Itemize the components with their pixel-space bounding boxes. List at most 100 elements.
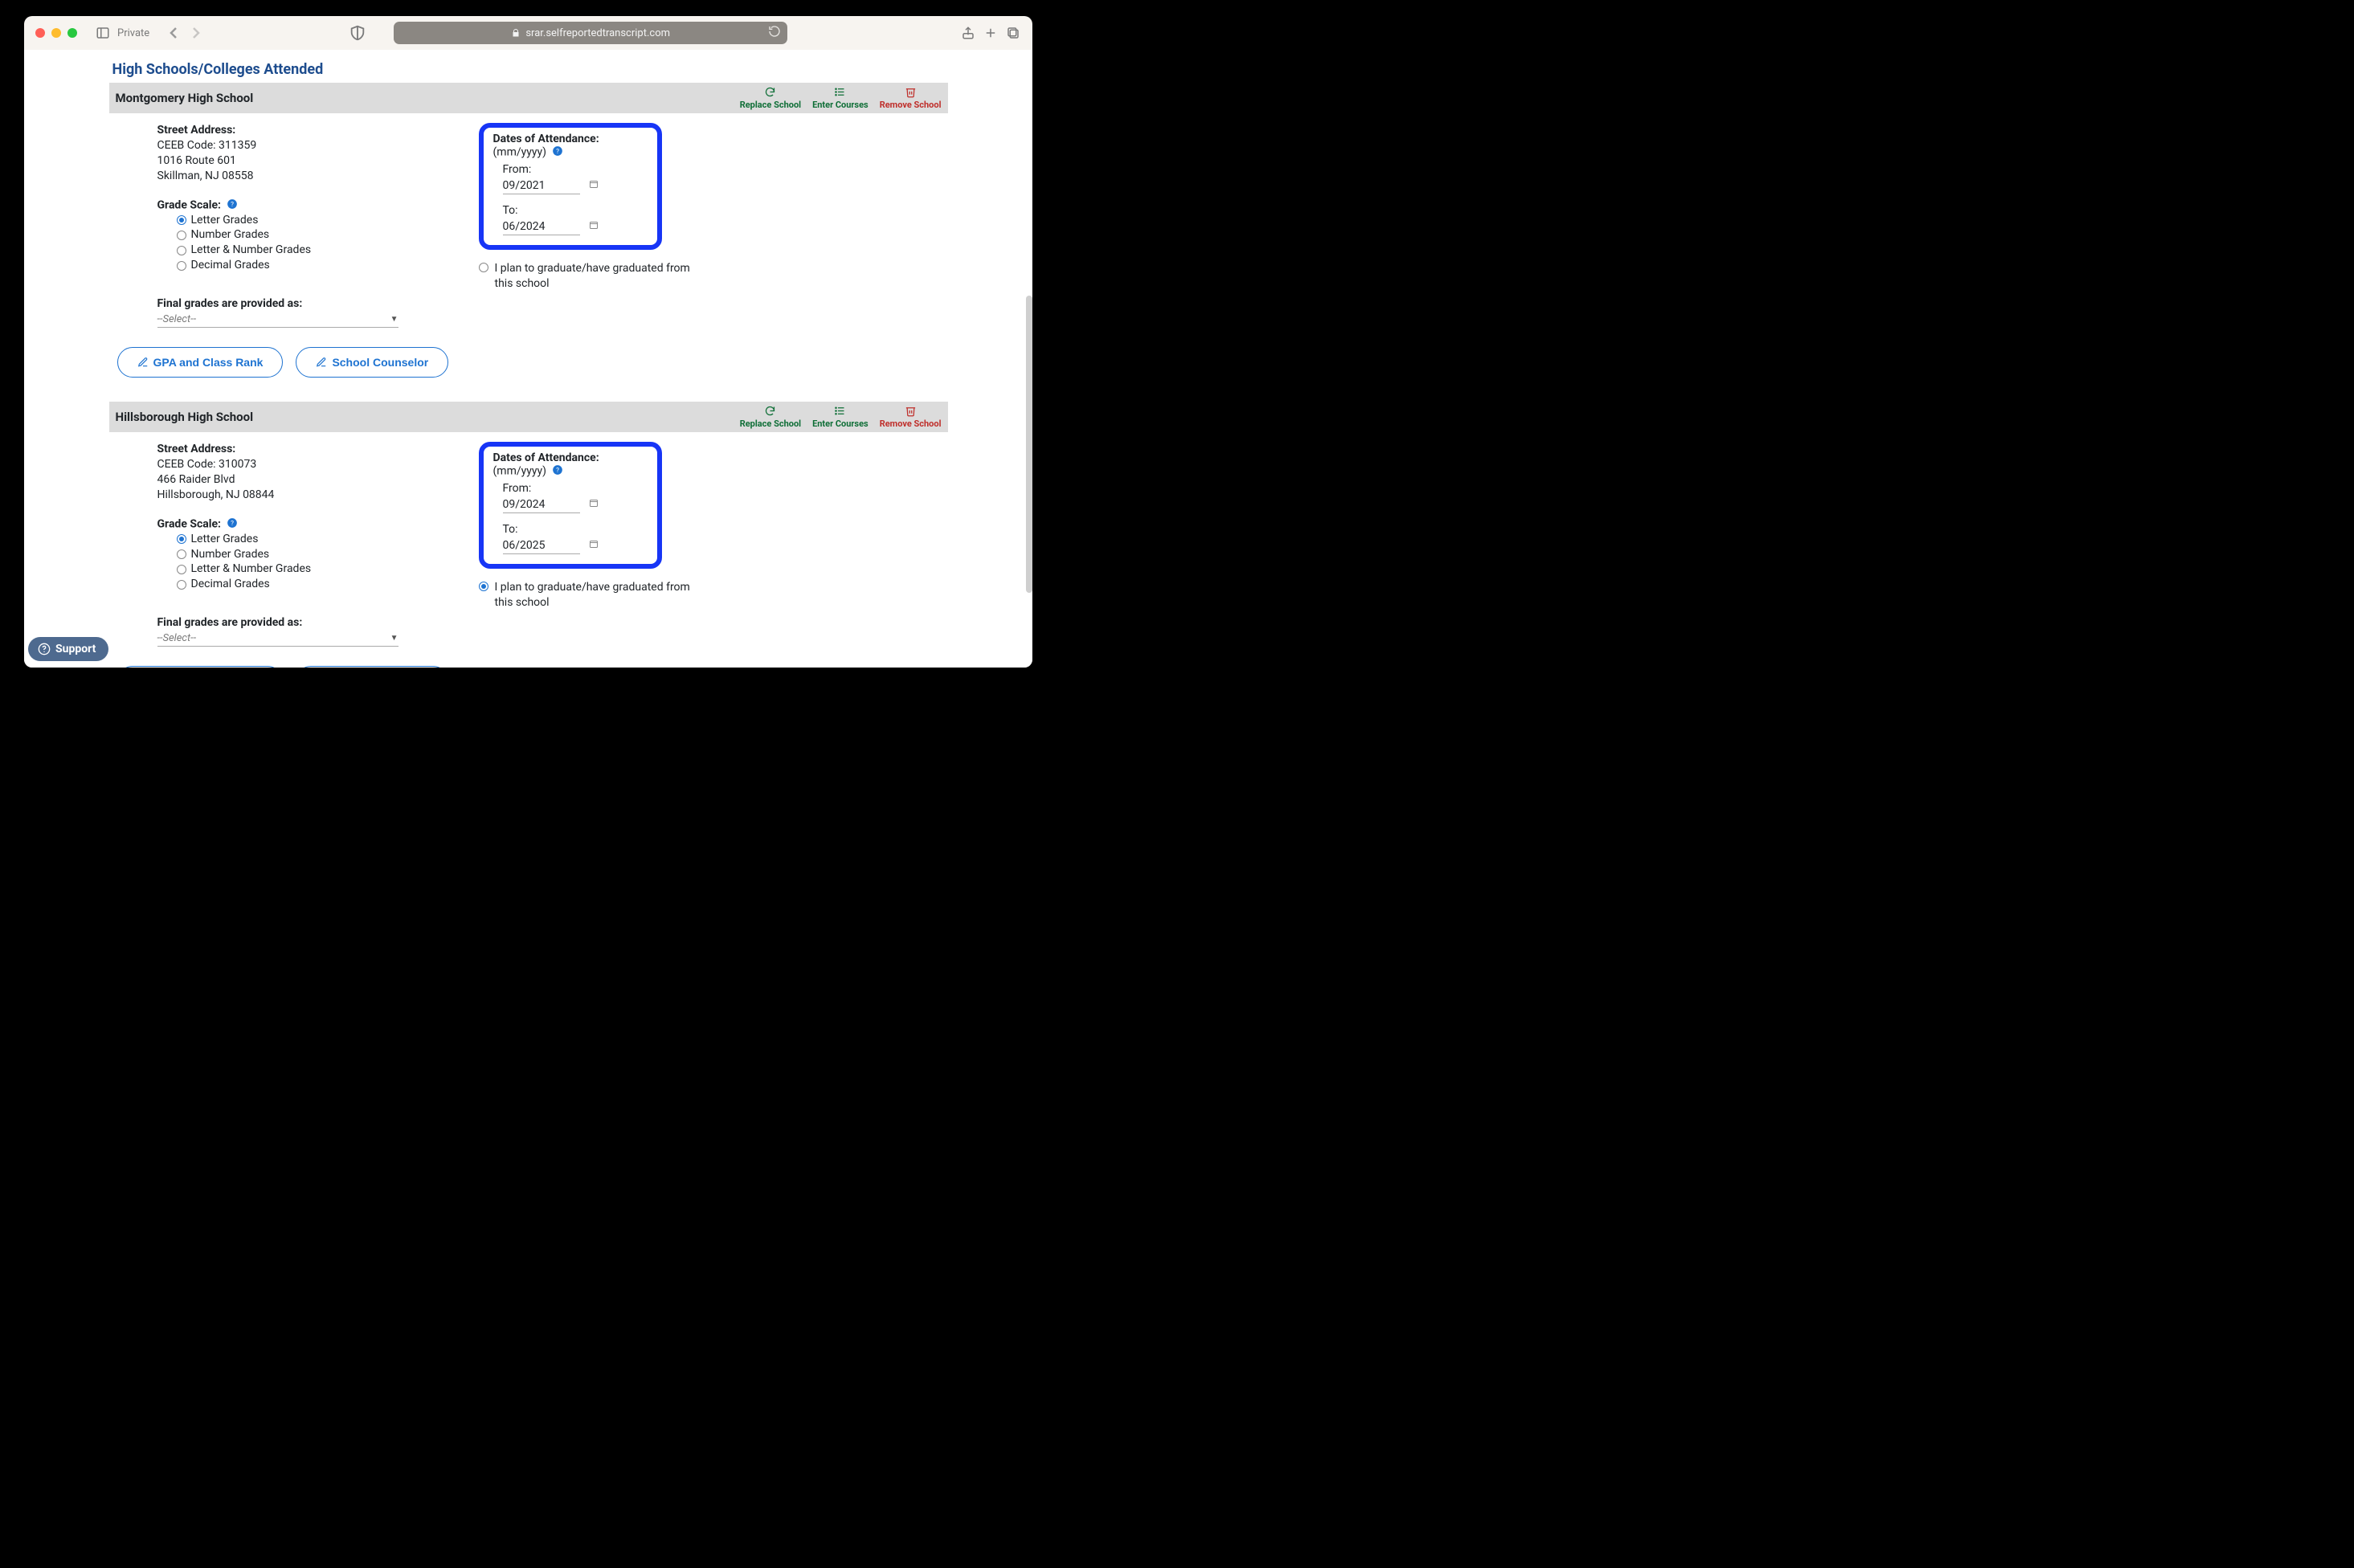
from-label: From:	[503, 163, 648, 176]
refresh-icon	[764, 405, 776, 417]
from-date-input[interactable]: 09/2024	[503, 496, 580, 513]
ceeb-code: CEEB Code: 311359	[157, 138, 463, 153]
radio-icon	[177, 246, 186, 255]
street-address-label: Street Address:	[157, 442, 463, 457]
tabs-overview-icon[interactable]	[1005, 25, 1021, 41]
ceeb-code: CEEB Code: 310073	[157, 457, 463, 472]
list-icon	[834, 405, 846, 417]
from-label: From:	[503, 482, 648, 495]
edit-icon	[137, 357, 149, 368]
radio-icon	[479, 582, 488, 591]
school-block: Montgomery High School Replace School En…	[109, 83, 948, 378]
gpa-class-rank-button[interactable]: GPA and Class Rank	[117, 666, 284, 668]
help-icon[interactable]: ?	[227, 517, 238, 532]
final-grades-select[interactable]: --Select-- ▼	[157, 629, 398, 647]
dates-format: (mm/yyyy)	[493, 465, 547, 478]
grade-scale-option[interactable]: Letter Grades	[177, 213, 463, 228]
radio-icon	[479, 263, 488, 272]
dates-of-attendance-box: Dates of Attendance: (mm/yyyy) ? From: 0…	[479, 442, 662, 569]
graduation-text: I plan to graduate/have graduated from t…	[495, 580, 696, 610]
street: 1016 Route 601	[157, 153, 463, 169]
scrollbar[interactable]	[1026, 296, 1032, 593]
calendar-icon[interactable]	[589, 498, 599, 511]
close-window-icon[interactable]	[35, 28, 45, 38]
grade-scale-label: Grade Scale:	[157, 517, 221, 530]
city-state: Skillman, NJ 08558	[157, 169, 463, 184]
school-name: Montgomery High School	[116, 91, 254, 105]
grade-scale-label: Grade Scale:	[157, 198, 221, 211]
final-grades-select[interactable]: --Select-- ▼	[157, 310, 398, 328]
grade-scale-option[interactable]: Decimal Grades	[177, 258, 463, 273]
chevron-down-icon: ▼	[390, 634, 398, 643]
final-grades-label: Final grades are provided as:	[157, 297, 463, 310]
new-tab-icon[interactable]	[983, 25, 999, 41]
remove-school-button[interactable]: Remove School	[880, 405, 942, 429]
radio-icon	[177, 215, 186, 225]
help-icon[interactable]: ?	[552, 145, 563, 160]
svg-text:?: ?	[557, 466, 560, 474]
private-label: Private	[117, 27, 149, 39]
replace-school-button[interactable]: Replace School	[740, 86, 801, 110]
graduation-toggle[interactable]: I plan to graduate/have graduated from t…	[479, 580, 776, 610]
radio-icon	[177, 580, 186, 590]
radio-icon	[177, 534, 186, 544]
to-date-input[interactable]: 06/2025	[503, 537, 580, 554]
grade-scale-option[interactable]: Letter & Number Grades	[177, 561, 463, 577]
dates-format: (mm/yyyy)	[493, 146, 547, 159]
final-grades-label: Final grades are provided as:	[157, 616, 463, 629]
street: 466 Raider Blvd	[157, 472, 463, 488]
help-icon[interactable]: ?	[552, 464, 563, 479]
dates-title: Dates of Attendance:	[493, 133, 599, 145]
radio-icon	[177, 261, 186, 271]
maximize-window-icon[interactable]	[67, 28, 77, 38]
grade-scale-option[interactable]: Letter & Number Grades	[177, 243, 463, 258]
school-header: Hillsborough High School Replace School …	[109, 402, 948, 432]
enter-courses-button[interactable]: Enter Courses	[812, 405, 868, 429]
page-content: High Schools/Colleges Attended Montgomer…	[24, 50, 1032, 668]
browser-window: Private srar.selfreportedtranscript.com …	[24, 16, 1032, 668]
radio-icon	[177, 549, 186, 559]
address-bar[interactable]: srar.selfreportedtranscript.com	[394, 22, 787, 44]
school-block: Hillsborough High School Replace School …	[109, 402, 948, 668]
sidebar-icon[interactable]	[95, 25, 111, 41]
trash-icon	[905, 405, 917, 417]
minimize-window-icon[interactable]	[51, 28, 61, 38]
share-icon[interactable]	[960, 25, 976, 41]
remove-school-button[interactable]: Remove School	[880, 86, 942, 110]
school-counselor-button[interactable]: School Counselor	[296, 666, 448, 668]
reload-icon[interactable]	[768, 25, 781, 41]
window-controls	[35, 28, 77, 38]
grade-scale-option[interactable]: Letter Grades	[177, 532, 463, 547]
lock-icon	[511, 28, 521, 38]
chevron-down-icon: ▼	[390, 315, 398, 324]
graduation-text: I plan to graduate/have graduated from t…	[495, 261, 696, 292]
nav-forward-icon[interactable]	[186, 23, 206, 43]
to-label: To:	[503, 204, 648, 217]
privacy-shield-icon[interactable]	[349, 24, 366, 42]
svg-text:?: ?	[557, 147, 560, 155]
from-date-input[interactable]: 09/2021	[503, 178, 580, 194]
nav-back-icon[interactable]	[164, 23, 183, 43]
dates-of-attendance-box: Dates of Attendance: (mm/yyyy) ? From: 0…	[479, 123, 662, 250]
enter-courses-button[interactable]: Enter Courses	[812, 86, 868, 110]
grade-scale-option[interactable]: Number Grades	[177, 547, 463, 562]
list-icon	[834, 86, 846, 98]
grade-scale-option[interactable]: Decimal Grades	[177, 577, 463, 592]
support-button[interactable]: Support	[28, 637, 108, 661]
city-state: Hillsborough, NJ 08844	[157, 488, 463, 503]
school-counselor-button[interactable]: School Counselor	[296, 347, 448, 378]
calendar-icon[interactable]	[589, 220, 599, 233]
help-icon[interactable]: ?	[227, 198, 238, 213]
gpa-class-rank-button[interactable]: GPA and Class Rank	[117, 347, 284, 378]
radio-icon	[177, 231, 186, 240]
refresh-icon	[764, 86, 776, 98]
street-address-label: Street Address:	[157, 123, 463, 138]
to-date-input[interactable]: 06/2024	[503, 218, 580, 235]
address-bar-text: srar.selfreportedtranscript.com	[525, 27, 670, 39]
calendar-icon[interactable]	[589, 539, 599, 552]
replace-school-button[interactable]: Replace School	[740, 405, 801, 429]
svg-text:?: ?	[231, 199, 235, 207]
grade-scale-option[interactable]: Number Grades	[177, 227, 463, 243]
graduation-toggle[interactable]: I plan to graduate/have graduated from t…	[479, 261, 776, 292]
calendar-icon[interactable]	[589, 179, 599, 192]
